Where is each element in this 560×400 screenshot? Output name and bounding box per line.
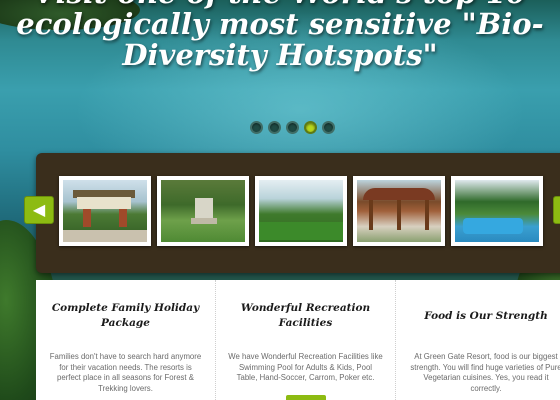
slider-dot-4-active[interactable] [304,121,317,134]
swimming-pool-photo [455,180,539,242]
gazebo-photo [357,180,441,242]
chevron-left-icon: ◀ [32,200,46,219]
headline-line-2: ecologically most sensitive "Bio- [16,7,544,41]
feature-description: Families don't have to search hard anymo… [49,352,202,393]
feature-title: Wonderful Recreation Facilities [240,302,371,329]
feature-description: We have Wonderful Recreation Facilities … [228,352,383,382]
features-section: Complete Family Holiday Package Families… [36,280,560,400]
slider-dot-5[interactable] [322,121,335,134]
feature-description: At Green Gate Resort, food is our bigges… [410,352,560,393]
slider-dot-3[interactable] [286,121,299,134]
read-more-button[interactable] [286,395,326,400]
thumbnail-lawn-palms[interactable] [255,176,347,246]
thumbnail-swimming-pool[interactable] [451,176,543,246]
feature-title: Food is Our Strength [424,309,548,322]
resort-entrance-photo [63,180,147,242]
thumbnail-resort-entrance[interactable] [59,176,151,246]
lawn-palms-photo [259,180,343,242]
garden-steps-photo [161,180,245,242]
thumbnail-garden-steps[interactable] [157,176,249,246]
hero-headline: Visit one of the World's top 10 ecologic… [0,0,560,71]
carousel-prev-button[interactable]: ◀ [24,196,54,224]
thumbnail-gazebo[interactable] [353,176,445,246]
feature-title: Complete Family Holiday Package [51,302,200,329]
slider-dot-2[interactable] [268,121,281,134]
slider-dot-1[interactable] [250,121,263,134]
feature-food: Food is Our Strength At Green Gate Resor… [396,280,560,400]
feature-family-holiday: Complete Family Holiday Package Families… [36,280,216,400]
feature-recreation: Wonderful Recreation Facilities We have … [216,280,396,400]
slider-pagination [250,121,335,134]
carousel-thumbnails [59,176,543,246]
carousel-next-button[interactable] [553,196,560,224]
headline-line-3: Diversity Hotspots" [122,38,438,72]
